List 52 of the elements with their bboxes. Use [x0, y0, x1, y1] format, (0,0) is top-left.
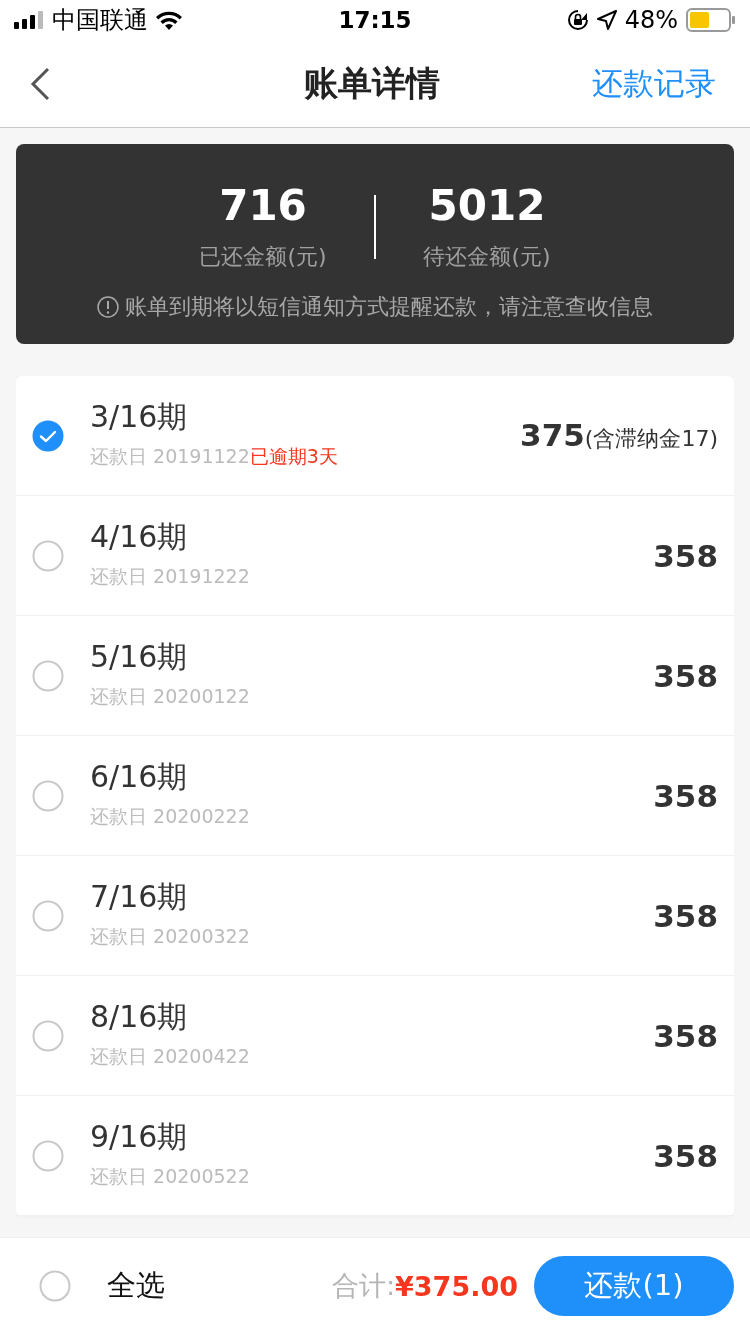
overdue-label: 已逾期3天 — [249, 444, 338, 469]
notice-text: 账单到期将以短信通知方式提醒还款，请注意查收信息 — [125, 293, 653, 321]
select-all-label: 全选 — [107, 1267, 166, 1304]
checkbox-icon[interactable] — [32, 659, 64, 692]
due-date: 还款日 20200322 — [90, 924, 250, 949]
installment-amount: 358 — [653, 537, 718, 574]
paid-amount: 716 — [219, 182, 307, 230]
installment-period: 5/16期 — [90, 638, 189, 676]
installment-amount: 358 — [653, 1017, 718, 1054]
installment-amount: 358 — [653, 657, 718, 694]
repayment-history-link[interactable]: 还款记录 — [592, 62, 716, 105]
due-date: 还款日 20200522 — [90, 1164, 250, 1189]
due-date: 还款日 20200222 — [90, 804, 250, 829]
info-icon — [97, 296, 119, 318]
page-title: 账单详情 — [304, 61, 440, 105]
checkbox-icon[interactable] — [32, 1139, 64, 1172]
checkbox-icon[interactable] — [32, 779, 64, 812]
paid-label: 已还金额(元) — [199, 243, 327, 271]
checked-checkbox-icon[interactable] — [32, 419, 64, 452]
total-amount: ¥375.00 — [395, 1270, 518, 1302]
pending-amount: 5012 — [428, 182, 546, 230]
installment-period: 9/16期 — [90, 1118, 189, 1156]
battery-percent: 48% — [624, 6, 678, 34]
checkbox-icon[interactable] — [32, 899, 64, 932]
due-date: 还款日 20200422 — [90, 1044, 250, 1069]
carrier-name: 中国联通 — [52, 5, 148, 36]
installment-period: 3/16期 — [90, 398, 189, 436]
installment-period: 4/16期 — [90, 518, 189, 556]
wifi-icon — [156, 10, 182, 30]
battery-icon — [686, 8, 736, 32]
due-date: 还款日 20191222 — [90, 564, 250, 589]
late-fee-note: (含滞纳金17) — [584, 425, 718, 453]
due-date: 还款日 20191122 — [90, 444, 250, 469]
location-icon — [596, 10, 617, 30]
checkbox-icon[interactable] — [39, 1270, 71, 1302]
installment-period: 7/16期 — [90, 878, 189, 916]
checkbox-icon[interactable] — [32, 1019, 64, 1052]
pending-label: 待还金额(元) — [423, 243, 551, 271]
clock-time: 17:15 — [338, 7, 412, 33]
due-date: 还款日 20200122 — [90, 684, 250, 709]
back-icon[interactable] — [28, 66, 52, 101]
checkbox-icon[interactable] — [32, 539, 64, 572]
installment-period: 8/16期 — [90, 998, 189, 1036]
rotation-lock-icon — [566, 9, 589, 31]
installment-period: 6/16期 — [90, 758, 189, 796]
signal-icon — [14, 11, 44, 29]
pay-button[interactable]: 还款(1) — [534, 1256, 734, 1316]
installment-amount: 358 — [653, 897, 718, 934]
total-label: 合计: — [331, 1269, 395, 1303]
installment-amount: 358 — [653, 1137, 718, 1174]
installment-amount: 358 — [653, 777, 718, 814]
installment-amount: 375 — [520, 417, 585, 453]
